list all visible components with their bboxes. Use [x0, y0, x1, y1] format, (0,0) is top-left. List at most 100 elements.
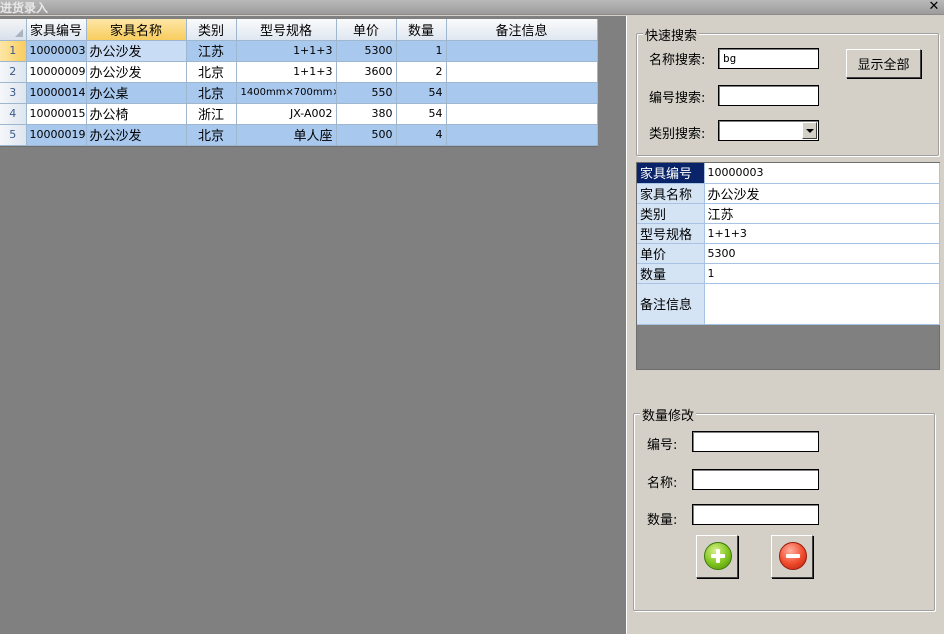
edit-qty-label: 数量:	[647, 513, 678, 528]
cell-category[interactable]: 北京	[186, 82, 237, 104]
cell-spec[interactable]: 1+1+3	[236, 61, 337, 83]
detail-key[interactable]: 备注信息	[637, 283, 705, 325]
cell-spec[interactable]: 1+1+3	[236, 40, 337, 62]
title-bar: 进货录入 ✕	[0, 0, 944, 15]
cell-name[interactable]: 办公椅	[86, 103, 187, 125]
detail-row[interactable]: 数量 1	[637, 263, 940, 284]
cell-id[interactable]: 10000009	[26, 61, 87, 83]
detail-row[interactable]: 备注信息	[637, 283, 940, 325]
plus-circle-icon	[704, 542, 732, 570]
detail-key[interactable]: 数量	[637, 263, 705, 284]
cell-id[interactable]: 10000014	[26, 82, 87, 104]
detail-key[interactable]: 家具编号	[637, 163, 705, 184]
row-number[interactable]: 4	[0, 103, 27, 125]
close-icon[interactable]: ✕	[927, 0, 941, 14]
cell-qty[interactable]: 4	[396, 124, 447, 146]
table-row[interactable]: 5 10000019 办公沙发 北京 单人座 500 4	[0, 124, 598, 146]
col-header-category[interactable]: 类别	[186, 19, 237, 41]
cell-price[interactable]: 550	[336, 82, 397, 104]
detail-key[interactable]: 类别	[637, 203, 705, 224]
detail-value[interactable]: 办公沙发	[704, 183, 940, 204]
cell-category[interactable]: 北京	[186, 61, 237, 83]
col-header-price[interactable]: 单价	[336, 19, 397, 41]
cell-name[interactable]: 办公沙发	[86, 61, 187, 83]
detail-row[interactable]: 家具编号 10000003	[637, 163, 940, 184]
cell-note[interactable]	[446, 82, 598, 104]
qty-edit-title: 数量修改	[640, 405, 697, 424]
cell-price[interactable]: 380	[336, 103, 397, 125]
grid-select-all-corner[interactable]	[0, 19, 27, 41]
table-row[interactable]: 3 10000014 办公桌 北京 1400mm×700mm× 550 54	[0, 82, 598, 104]
edit-code-input[interactable]	[692, 431, 819, 452]
code-search-label: 编号搜索:	[649, 91, 706, 106]
decrease-qty-button[interactable]	[771, 535, 813, 578]
side-panel: 快速搜索 名称搜索: 显示全部 编号搜索: 类别搜索: 家具编号 1000000…	[626, 16, 944, 634]
cell-qty[interactable]: 1	[396, 40, 447, 62]
detail-value[interactable]	[704, 283, 940, 325]
cell-price[interactable]: 3600	[336, 61, 397, 83]
cell-note[interactable]	[446, 103, 598, 125]
name-search-input[interactable]	[718, 48, 819, 69]
furniture-grid[interactable]: 家具编号 家具名称 类别 型号规格 单价 数量 备注信息 1 10000003 …	[0, 19, 598, 147]
detail-key[interactable]: 型号规格	[637, 223, 705, 244]
detail-row[interactable]: 型号规格 1+1+3	[637, 223, 940, 244]
col-header-note[interactable]: 备注信息	[446, 19, 598, 41]
table-row[interactable]: 4 10000015 办公椅 浙江 JX-A002 380 54	[0, 103, 598, 125]
name-search-label: 名称搜索:	[649, 53, 706, 68]
cell-category[interactable]: 江苏	[186, 40, 237, 62]
cell-qty[interactable]: 54	[396, 103, 447, 125]
row-number[interactable]: 5	[0, 124, 27, 146]
col-header-name[interactable]: 家具名称	[86, 19, 187, 41]
increase-qty-button[interactable]	[696, 535, 738, 578]
window-title: 进货录入	[0, 1, 49, 15]
detail-value[interactable]: 江苏	[704, 203, 940, 224]
detail-value[interactable]: 1	[704, 263, 940, 284]
grid-workspace: 家具编号 家具名称 类别 型号规格 单价 数量 备注信息 1 10000003 …	[0, 16, 626, 634]
cell-note[interactable]	[446, 61, 598, 83]
cell-category[interactable]: 浙江	[186, 103, 237, 125]
cell-id[interactable]: 10000019	[26, 124, 87, 146]
col-header-spec[interactable]: 型号规格	[236, 19, 337, 41]
col-header-id[interactable]: 家具编号	[26, 19, 87, 41]
edit-name-input[interactable]	[692, 469, 819, 490]
cell-name[interactable]: 办公沙发	[86, 124, 187, 146]
cell-qty[interactable]: 54	[396, 82, 447, 104]
cell-id[interactable]: 10000015	[26, 103, 87, 125]
table-row[interactable]: 1 10000003 办公沙发 江苏 1+1+3 5300 1	[0, 40, 598, 62]
col-header-qty[interactable]: 数量	[396, 19, 447, 41]
cell-spec[interactable]: JX-A002	[236, 103, 337, 125]
category-search-select[interactable]	[718, 120, 819, 141]
grid-header-row: 家具编号 家具名称 类别 型号规格 单价 数量 备注信息	[0, 19, 598, 41]
cell-note[interactable]	[446, 124, 598, 146]
cell-category[interactable]: 北京	[186, 124, 237, 146]
cell-id[interactable]: 10000003	[26, 40, 87, 62]
edit-name-label: 名称:	[647, 476, 678, 491]
row-number[interactable]: 2	[0, 61, 27, 83]
cell-spec[interactable]: 1400mm×700mm×	[236, 82, 337, 104]
detail-value[interactable]: 1+1+3	[704, 223, 940, 244]
quick-search-title: 快速搜索	[643, 25, 700, 44]
cell-price[interactable]: 5300	[336, 40, 397, 62]
category-search-label: 类别搜索:	[649, 127, 706, 142]
cell-name[interactable]: 办公桌	[86, 82, 187, 104]
detail-row[interactable]: 单价 5300	[637, 243, 940, 264]
chevron-down-icon[interactable]	[802, 122, 817, 139]
table-row[interactable]: 2 10000009 办公沙发 北京 1+1+3 3600 2	[0, 61, 598, 83]
detail-value[interactable]: 10000003	[704, 163, 940, 184]
cell-qty[interactable]: 2	[396, 61, 447, 83]
cell-price[interactable]: 500	[336, 124, 397, 146]
row-number[interactable]: 1	[0, 40, 27, 62]
code-search-input[interactable]	[718, 85, 819, 106]
cell-spec[interactable]: 单人座	[236, 124, 337, 146]
detail-key[interactable]: 单价	[637, 243, 705, 264]
cell-name[interactable]: 办公沙发	[86, 40, 187, 62]
edit-qty-input[interactable]	[692, 504, 819, 525]
detail-row[interactable]: 类别 江苏	[637, 203, 940, 224]
minus-circle-icon	[779, 542, 807, 570]
detail-key[interactable]: 家具名称	[637, 183, 705, 204]
row-number[interactable]: 3	[0, 82, 27, 104]
detail-row[interactable]: 家具名称 办公沙发	[637, 183, 940, 204]
show-all-button[interactable]: 显示全部	[846, 49, 921, 78]
detail-value[interactable]: 5300	[704, 243, 940, 264]
cell-note[interactable]	[446, 40, 598, 62]
